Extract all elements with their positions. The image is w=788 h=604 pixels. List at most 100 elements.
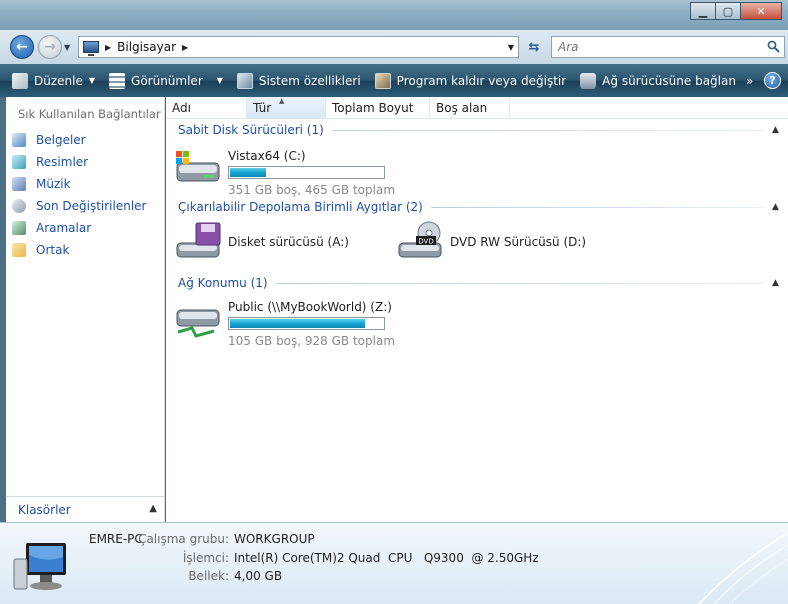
- detail-label: Bellek:: [188, 569, 229, 583]
- refresh-icon: ⇆: [528, 39, 540, 55]
- breadcrumb-separator-icon[interactable]: ▶: [182, 43, 188, 52]
- breadcrumb-separator-icon[interactable]: ▶: [105, 43, 111, 52]
- computer-icon: [83, 41, 99, 56]
- detail-row-workgroup: Çalışma grubu: WORKGROUP: [89, 532, 315, 546]
- drive-item-c[interactable]: Vistax64 (C:) 351 GB boş, 465 GB toplam: [174, 147, 395, 197]
- maximize-button[interactable]: ▢: [715, 2, 741, 20]
- views-button[interactable]: Görünümler ▼: [109, 69, 223, 93]
- recent-pages-dropdown[interactable]: ▼: [64, 43, 70, 52]
- map-network-drive-icon: [580, 72, 597, 89]
- public-folder-icon: [12, 243, 26, 257]
- column-header-free-space[interactable]: Boş alan: [430, 97, 510, 119]
- detail-row-memory: Bellek: 4,00 GB: [89, 569, 282, 583]
- collapse-group-icon[interactable]: ▲: [772, 278, 782, 288]
- drive-name: Disket sürücüsü (A:): [228, 235, 349, 249]
- column-headers: Adı ▲ Tür Toplam Boyut Boş alan: [166, 97, 788, 119]
- chevron-up-icon: ▲: [149, 503, 157, 514]
- column-header-name[interactable]: Adı: [166, 97, 247, 119]
- address-row: ← → ▼ ▶ Bilgisayar ▶ ▼ ⇆: [0, 30, 788, 64]
- sidebar-item-recent[interactable]: Son Değiştirilenler: [12, 195, 146, 217]
- organize-button[interactable]: Düzenle ▼: [12, 69, 95, 93]
- drive-usage-bar: [228, 166, 385, 179]
- drive-usage-fill: [230, 319, 366, 328]
- search-icon[interactable]: [767, 40, 780, 53]
- detail-label: Çalışma grubu:: [138, 532, 229, 546]
- command-bar: Düzenle ▼ Görünümler ▼ Sistem özellikler…: [0, 64, 788, 97]
- detail-value: 4,00 GB: [234, 569, 283, 583]
- arrow-left-icon: ←: [16, 39, 28, 55]
- sidebar-item-public[interactable]: Ortak: [12, 239, 146, 261]
- drive-item-d[interactable]: DVD DVD RW Sürücüsü (D:): [396, 221, 586, 261]
- detail-value: WORKGROUP: [234, 532, 315, 546]
- favorite-links-list: Belgeler Resimler Müzik Son Değiştirilen…: [12, 129, 146, 261]
- views-icon: [109, 72, 126, 89]
- hard-drive-icon: [176, 151, 220, 182]
- decorative-swoosh: [697, 532, 788, 604]
- column-header-total-size[interactable]: Toplam Boyut: [326, 97, 430, 119]
- floppy-drive-icon: [176, 222, 221, 258]
- content-pane: Adı ▲ Tür Toplam Boyut Boş alan Sabit Di…: [166, 97, 788, 522]
- dvd-badge: DVD: [418, 238, 433, 246]
- help-icon[interactable]: ?: [764, 72, 781, 89]
- title-bar: ▁ ▢ ✕: [0, 0, 788, 30]
- drive-name: DVD RW Sürücüsü (D:): [450, 235, 587, 249]
- detail-value: Intel(R) Core(TM)2 Quad CPU Q9300 @ 2.50…: [234, 551, 539, 565]
- sidebar-item-searches[interactable]: Aramalar: [12, 217, 146, 239]
- recent-icon: [12, 199, 26, 213]
- minimize-button[interactable]: ▁: [690, 2, 716, 20]
- chevron-double-right-icon: »: [745, 73, 754, 88]
- search-box[interactable]: [551, 36, 785, 58]
- close-button[interactable]: ✕: [740, 2, 782, 20]
- navigation-pane: Sık Kullanılan Bağlantılar Belgeler Resi…: [6, 97, 165, 522]
- group-header-hard-disks[interactable]: Sabit Disk Sürücüleri (1) ▲: [178, 121, 782, 139]
- detail-row-processor: İşlemci: Intel(R) Core(TM)2 Quad CPU Q93…: [89, 551, 539, 565]
- drive-item-z[interactable]: Public (\\MyBookWorld) (Z:) 105 GB boş, …: [174, 298, 395, 348]
- sidebar-item-music[interactable]: Müzik: [12, 173, 146, 195]
- caret-down-icon: ▼: [216, 76, 223, 85]
- favorite-links-header: Sık Kullanılan Bağlantılar: [18, 107, 161, 121]
- address-dropdown-icon[interactable]: ▼: [508, 43, 514, 52]
- drive-usage-bar: [228, 317, 385, 330]
- system-properties-button[interactable]: Sistem özellikleri: [236, 69, 361, 93]
- drive-item-a[interactable]: Disket sürücüsü (A:): [174, 221, 349, 261]
- uninstall-program-button[interactable]: Program kaldır veya değiştir: [374, 69, 566, 93]
- arrow-right-icon: →: [44, 39, 56, 55]
- organize-icon: [12, 72, 28, 89]
- group-divider: [331, 129, 764, 131]
- address-bar[interactable]: ▶ Bilgisayar ▶ ▼: [78, 36, 519, 58]
- sidebar-item-pictures[interactable]: Resimler: [12, 151, 146, 173]
- refresh-button[interactable]: ⇆: [522, 36, 546, 58]
- searches-icon: [12, 221, 26, 235]
- music-icon: [12, 177, 26, 191]
- group-divider: [430, 206, 764, 208]
- documents-icon: [12, 133, 26, 147]
- dvd-drive-icon: DVD: [398, 221, 442, 258]
- collapse-group-icon[interactable]: ▲: [772, 125, 782, 135]
- drive-name: Vistax64 (C:): [228, 149, 306, 163]
- search-input[interactable]: [558, 40, 758, 54]
- uninstall-icon: [374, 72, 391, 89]
- collapse-group-icon[interactable]: ▲: [772, 202, 782, 212]
- map-network-drive-button[interactable]: Ağ sürücüsüne bağlan: [580, 69, 736, 93]
- drive-space-info: 351 GB boş, 465 GB toplam: [228, 183, 396, 197]
- column-header-type[interactable]: ▲ Tür: [247, 97, 326, 119]
- details-pane: EMRE-PC Çalışma grubu: WORKGROUP İşlemci…: [0, 522, 788, 604]
- drive-name: Public (\\MyBookWorld) (Z:): [228, 300, 392, 314]
- computer-icon: [13, 543, 66, 590]
- more-commands-button[interactable]: »: [746, 69, 753, 93]
- breadcrumb-computer[interactable]: Bilgisayar: [117, 40, 176, 54]
- sort-ascending-icon: ▲: [279, 97, 285, 105]
- back-button[interactable]: ←: [10, 35, 34, 59]
- detail-label: İşlemci:: [182, 551, 229, 565]
- drive-space-info: 105 GB boş, 928 GB toplam: [228, 334, 396, 348]
- forward-button[interactable]: →: [38, 35, 62, 59]
- system-properties-icon: [236, 72, 253, 89]
- pictures-icon: [12, 155, 26, 169]
- folders-toggle[interactable]: Klasörler ▲: [6, 496, 165, 522]
- sidebar-item-documents[interactable]: Belgeler: [12, 129, 146, 151]
- group-header-removable[interactable]: Çıkarılabilir Depolama Birimli Aygıtlar …: [178, 198, 782, 216]
- caret-down-icon: ▼: [64, 43, 71, 52]
- network-drive-icon: [176, 309, 220, 338]
- caret-down-icon: ▼: [88, 76, 96, 85]
- group-header-network[interactable]: Ağ Konumu (1) ▲: [178, 274, 782, 292]
